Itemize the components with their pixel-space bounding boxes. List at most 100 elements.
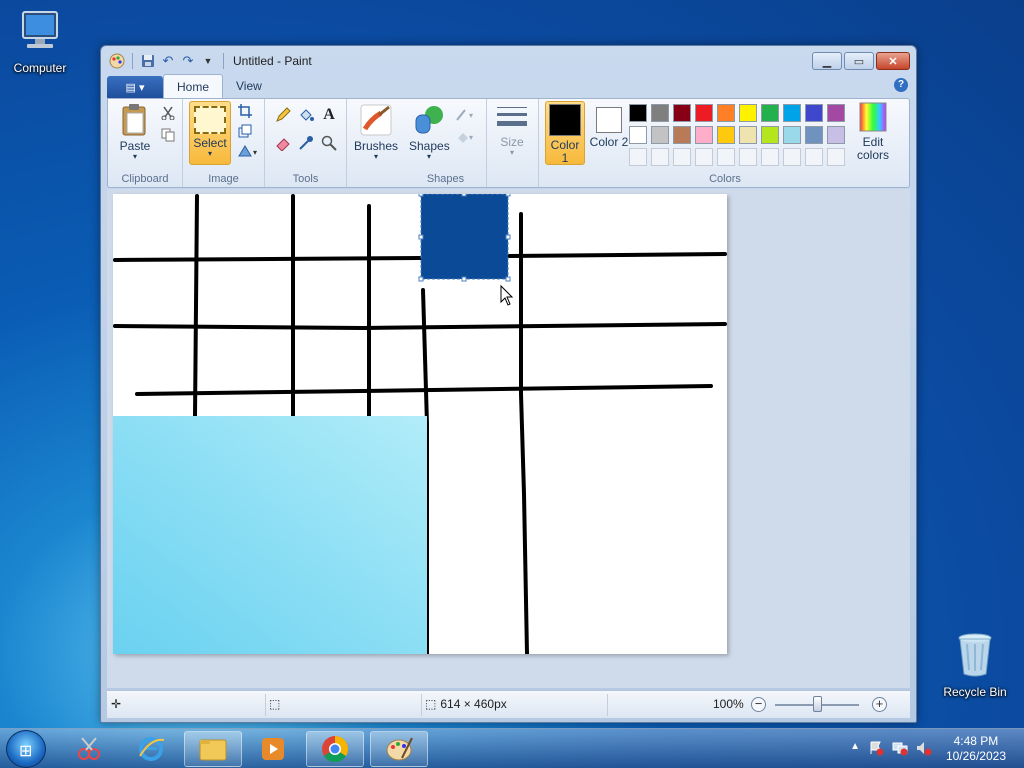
copy-icon[interactable]: [158, 125, 178, 145]
close-button[interactable]: ✕: [876, 52, 910, 70]
image-group: Select ▾ ▾ Image: [183, 99, 265, 187]
taskbar-chrome[interactable]: [306, 731, 364, 767]
drawing-canvas[interactable]: [113, 194, 727, 654]
zoom-in-button[interactable]: +: [872, 697, 887, 712]
grid-line: [113, 322, 727, 331]
taskbar-paint[interactable]: [370, 731, 428, 767]
palette-swatch[interactable]: [739, 126, 757, 144]
pencil-icon[interactable]: [273, 105, 293, 125]
svg-text:▾: ▾: [253, 148, 257, 157]
palette-swatch[interactable]: [783, 104, 801, 122]
help-icon[interactable]: ?: [894, 78, 908, 92]
start-button[interactable]: ⊞: [6, 730, 46, 768]
palette-swatch[interactable]: [717, 104, 735, 122]
action-center-icon[interactable]: [868, 740, 884, 759]
taskbar-snipping-tool[interactable]: [60, 731, 118, 767]
text-icon[interactable]: A: [319, 105, 339, 125]
show-hidden-icons-icon[interactable]: ▲: [850, 741, 860, 752]
color-palette: [628, 103, 848, 169]
zoom-out-button[interactable]: −: [751, 697, 766, 712]
select-button[interactable]: Select ▾: [189, 101, 231, 165]
magnifier-icon[interactable]: [319, 133, 339, 153]
palette-swatch-empty[interactable]: [673, 148, 691, 166]
paint-menu-button[interactable]: ▤ ▾: [107, 76, 163, 98]
palette-swatch-empty[interactable]: [739, 148, 757, 166]
palette-swatch[interactable]: [827, 126, 845, 144]
resize-icon[interactable]: [235, 121, 255, 141]
palette-swatch[interactable]: [695, 104, 713, 122]
color2-swatch: [596, 107, 622, 133]
taskbar-file-explorer[interactable]: [184, 731, 242, 767]
customize-qat-icon[interactable]: ▼: [200, 53, 216, 69]
crop-icon[interactable]: [235, 101, 255, 121]
color1-button[interactable]: Color 1: [545, 101, 585, 165]
palette-swatch[interactable]: [827, 104, 845, 122]
desktop-icon-recycle-bin[interactable]: Recycle Bin: [937, 630, 1013, 699]
palette-swatch-empty[interactable]: [651, 148, 669, 166]
grid-line: [193, 194, 199, 418]
fill-icon[interactable]: [296, 105, 316, 125]
volume-muted-icon[interactable]: [916, 740, 932, 759]
sky-image-highlight: [113, 416, 427, 654]
shapes-button[interactable]: Shapes ▾: [409, 103, 450, 161]
palette-swatch[interactable]: [629, 126, 647, 144]
palette-swatch[interactable]: [783, 126, 801, 144]
title-bar[interactable]: ↶ ↷ ▼ Untitled - Paint ▁ ▭ ✕: [101, 46, 916, 74]
eraser-icon[interactable]: [273, 133, 293, 153]
color1-swatch: [549, 104, 581, 136]
selection-handle: [505, 194, 511, 197]
redo-icon[interactable]: ↷: [180, 53, 196, 69]
palette-swatch[interactable]: [739, 104, 757, 122]
palette-swatch-empty[interactable]: [717, 148, 735, 166]
palette-swatch-empty[interactable]: [827, 148, 845, 166]
palette-swatch[interactable]: [651, 126, 669, 144]
maximize-button[interactable]: ▭: [844, 52, 874, 70]
palette-swatch[interactable]: [695, 126, 713, 144]
edit-colors-button[interactable]: Edit colors: [853, 101, 893, 162]
tab-home[interactable]: Home: [163, 74, 224, 98]
size-group: Size ▾: [487, 99, 539, 187]
selection-handle: [505, 276, 511, 282]
taskbar-media-player[interactable]: [244, 731, 302, 767]
palette-swatch[interactable]: [805, 104, 823, 122]
paste-button[interactable]: Paste ▾: [114, 103, 156, 161]
palette-swatch[interactable]: [673, 126, 691, 144]
color-picker-icon[interactable]: [296, 133, 316, 153]
clock[interactable]: 4:48 PM 10/26/2023: [946, 734, 1006, 764]
palette-swatch-empty[interactable]: [629, 148, 647, 166]
palette-swatch[interactable]: [651, 104, 669, 122]
cursor-position-icon: ✛: [111, 697, 122, 711]
palette-swatch[interactable]: [717, 126, 735, 144]
palette-swatch-empty[interactable]: [695, 148, 713, 166]
palette-swatch[interactable]: [673, 104, 691, 122]
undo-icon[interactable]: ↶: [160, 53, 176, 69]
rotate-icon[interactable]: ▾: [235, 141, 261, 161]
fill-shape-icon[interactable]: ▾: [453, 127, 479, 147]
size-icon: [497, 107, 527, 126]
network-icon[interactable]: [892, 740, 908, 759]
colors-group-label: Colors: [709, 173, 741, 185]
palette-swatch-empty[interactable]: [761, 148, 779, 166]
selected-region: [421, 194, 508, 279]
palette-swatch-empty[interactable]: [783, 148, 801, 166]
palette-swatch[interactable]: [805, 126, 823, 144]
desktop-icon-computer[interactable]: Computer: [2, 8, 78, 75]
size-button[interactable]: Size ▾: [493, 103, 531, 157]
palette-swatch-empty[interactable]: [805, 148, 823, 166]
tab-view[interactable]: View: [223, 74, 275, 98]
outline-icon[interactable]: ▾: [453, 105, 479, 125]
cut-icon[interactable]: [158, 103, 178, 123]
canvas-workspace[interactable]: [107, 189, 910, 688]
save-icon[interactable]: [140, 53, 156, 69]
snipping-tool-icon: [78, 737, 100, 760]
ribbon-tabs: ▤ ▾ Home View ?: [107, 74, 910, 98]
palette-swatch[interactable]: [761, 104, 779, 122]
zoom-slider-thumb[interactable]: [813, 696, 822, 712]
brushes-button[interactable]: Brushes ▾: [353, 103, 399, 161]
palette-swatch[interactable]: [629, 104, 647, 122]
minimize-button[interactable]: ▁: [812, 52, 842, 70]
paint-app-icon[interactable]: [109, 53, 125, 69]
taskbar-internet-explorer[interactable]: [122, 731, 180, 767]
color2-button[interactable]: Color 2: [589, 101, 629, 165]
palette-swatch[interactable]: [761, 126, 779, 144]
